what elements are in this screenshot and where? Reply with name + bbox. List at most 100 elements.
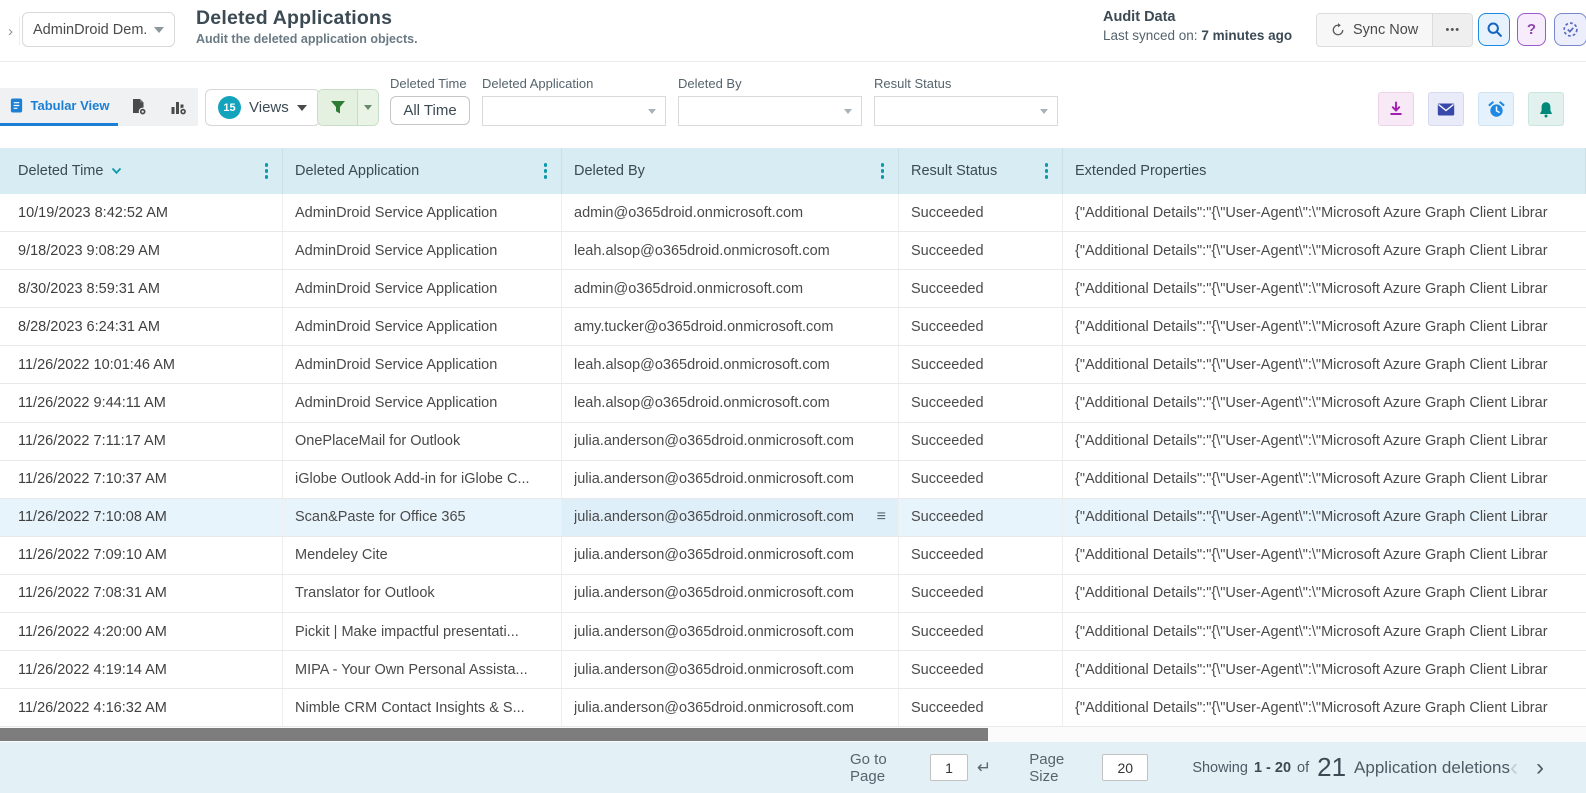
table-row[interactable]: 11/26/2022 10:01:46 AM AdminDroid Service… bbox=[0, 346, 1586, 385]
table-row[interactable]: 11/26/2022 7:08:31 AM Translator for Outl… bbox=[0, 574, 1586, 614]
cell-extended-properties: {"Additional Details":"{\"User-Agent\":\… bbox=[1075, 356, 1548, 373]
tab-chart-view[interactable] bbox=[158, 88, 198, 126]
sync-now-button[interactable]: Sync Now bbox=[1317, 14, 1433, 46]
horizontal-scrollbar-thumb[interactable] bbox=[0, 728, 988, 741]
notification-bell-button[interactable] bbox=[1528, 92, 1564, 126]
column-header-deleted-application[interactable]: Deleted Application bbox=[283, 148, 562, 194]
bell-icon bbox=[1540, 101, 1552, 117]
cell-deleted-time: 11/26/2022 4:19:14 AM bbox=[0, 651, 283, 689]
document-gear-icon bbox=[132, 99, 147, 116]
cell-extended-properties: {"Additional Details":"{\"User-Agent\":\… bbox=[1075, 204, 1548, 221]
cell-extended-properties: {"Additional Details":"{\"User-Agent\":\… bbox=[1075, 699, 1548, 716]
views-dropdown-button[interactable]: 15 Views bbox=[205, 89, 320, 126]
deleted-by-filter-select[interactable] bbox=[678, 96, 862, 126]
column-menu-icon[interactable] bbox=[1041, 159, 1053, 183]
cell-result-status: Succeeded bbox=[899, 498, 1063, 536]
column-menu-icon[interactable] bbox=[540, 159, 552, 183]
table-row[interactable]: 11/26/2022 4:16:32 AM Nimble CRM Contact … bbox=[0, 689, 1586, 728]
table-row[interactable]: 11/26/2022 7:10:37 AM iGlobe Outlook Add-… bbox=[0, 460, 1586, 499]
deleted-application-filter-label: Deleted Application bbox=[482, 76, 594, 91]
email-report-button[interactable] bbox=[1428, 92, 1464, 126]
previous-page-button[interactable]: ‹ bbox=[1510, 755, 1518, 780]
cell-result-status: Succeeded bbox=[899, 536, 1063, 574]
table-row[interactable]: 10/19/2023 8:42:52 AM AdminDroid Service … bbox=[0, 194, 1586, 233]
search-button[interactable] bbox=[1478, 13, 1510, 46]
expand-nav-chevron-icon[interactable]: › bbox=[2, 17, 20, 45]
row-context-menu-icon[interactable]: ≡ bbox=[877, 508, 886, 526]
showing-suffix: Application deletions bbox=[1354, 757, 1510, 777]
table-row[interactable]: 11/26/2022 4:19:14 AM MIPA - Your Own Per… bbox=[0, 651, 1586, 690]
table-row[interactable]: 8/28/2023 6:24:31 AM AdminDroid Service A… bbox=[0, 308, 1586, 347]
cell-deleted-application: Nimble CRM Contact Insights & S... bbox=[283, 689, 562, 727]
cell-deleted-by: julia.anderson@o365droid.onmicrosoft.com bbox=[562, 651, 899, 689]
top-bar: › AdminDroid Dem... Deleted Applications… bbox=[0, 0, 1586, 62]
filter-button[interactable] bbox=[318, 90, 357, 125]
deleted-time-filter-input[interactable]: All Time bbox=[390, 96, 470, 125]
column-header-label: Deleted By bbox=[574, 163, 645, 179]
table-row[interactable]: 8/30/2023 8:59:31 AM AdminDroid Service A… bbox=[0, 270, 1586, 309]
cell-deleted-application: AdminDroid Service Application bbox=[283, 308, 562, 346]
cell-result-status: Succeeded bbox=[899, 613, 1063, 651]
column-header-deleted-time[interactable]: Deleted Time bbox=[0, 148, 283, 194]
go-to-page-enter-icon[interactable]: ↵ bbox=[977, 758, 991, 778]
deleted-application-filter-select[interactable] bbox=[482, 96, 666, 126]
next-page-button[interactable]: › bbox=[1536, 755, 1544, 780]
of-label: of bbox=[1297, 759, 1310, 776]
last-synced-value: 7 minutes ago bbox=[1201, 28, 1293, 43]
page-size-input[interactable] bbox=[1102, 754, 1149, 781]
tab-report-export[interactable] bbox=[118, 88, 158, 126]
chevron-down-icon bbox=[1040, 108, 1048, 114]
result-status-filter-select[interactable] bbox=[874, 96, 1058, 126]
table-row[interactable]: 11/26/2022 7:11:17 AM OnePlaceMail for Ou… bbox=[0, 422, 1586, 461]
cell-deleted-by: leah.alsop@o365droid.onmicrosoft.com bbox=[562, 346, 899, 384]
scheduler-button[interactable] bbox=[1554, 13, 1586, 46]
views-count-badge: 15 bbox=[218, 96, 241, 119]
table-row[interactable]: 11/26/2022 9:44:11 AM AdminDroid Service … bbox=[0, 384, 1586, 423]
pagination-footer: Go to Page ↵ Page Size Showing 1 - 20 of… bbox=[0, 742, 1586, 793]
table-row[interactable]: 11/26/2022 7:10:08 AM Scan&Paste for Offi… bbox=[0, 498, 1586, 537]
cell-deleted-by: julia.anderson@o365droid.onmicrosoft.com bbox=[562, 536, 899, 574]
schedule-alert-button[interactable] bbox=[1478, 92, 1514, 126]
cell-deleted-time: 11/26/2022 7:11:17 AM bbox=[0, 422, 283, 460]
cell-deleted-time: 11/26/2022 7:09:10 AM bbox=[0, 536, 283, 574]
column-header-result-status[interactable]: Result Status bbox=[899, 148, 1063, 194]
column-header-extended-properties[interactable]: Extended Properties bbox=[1063, 148, 1586, 194]
filter-options-caret[interactable] bbox=[357, 90, 378, 125]
horizontal-scrollbar-track[interactable] bbox=[0, 727, 1586, 742]
funnel-icon bbox=[330, 101, 345, 114]
cell-deleted-time: 8/30/2023 8:59:31 AM bbox=[0, 270, 283, 308]
bar-chart-gear-icon bbox=[171, 102, 187, 116]
column-menu-icon[interactable] bbox=[877, 159, 889, 183]
cell-deleted-by: julia.anderson@o365droid.onmicrosoft.com bbox=[562, 613, 899, 651]
cell-extended-properties: {"Additional Details":"{\"User-Agent\":\… bbox=[1075, 242, 1548, 259]
cell-deleted-time: 11/26/2022 10:01:46 AM bbox=[0, 346, 283, 384]
column-header-label: Extended Properties bbox=[1075, 163, 1207, 179]
column-header-label: Deleted Application bbox=[295, 163, 420, 179]
tab-tabular-view-label: Tabular View bbox=[30, 98, 110, 113]
cell-result-status: Succeeded bbox=[899, 308, 1063, 346]
table-row[interactable]: 11/26/2022 7:09:10 AM Mendeley Cite julia.… bbox=[0, 536, 1586, 575]
export-download-button[interactable] bbox=[1378, 92, 1414, 126]
tab-tabular-view[interactable]: Tabular View bbox=[0, 88, 118, 126]
table-row[interactable]: 9/18/2023 9:08:29 AM AdminDroid Service A… bbox=[0, 232, 1586, 271]
filter-split-button bbox=[317, 89, 379, 126]
showing-label: Showing bbox=[1192, 759, 1248, 776]
cell-result-status: Succeeded bbox=[899, 270, 1063, 308]
more-options-button[interactable]: ••• bbox=[1432, 14, 1473, 46]
deleted-applications-page: › AdminDroid Dem... Deleted Applications… bbox=[0, 0, 1586, 793]
column-menu-icon[interactable] bbox=[261, 159, 273, 183]
cell-deleted-by: admin@o365droid.onmicrosoft.com bbox=[562, 194, 899, 232]
table-header-row: Deleted Time Deleted Application Deleted… bbox=[0, 148, 1586, 344]
chevron-down-icon bbox=[364, 105, 372, 110]
go-to-page-input[interactable] bbox=[929, 754, 968, 781]
deleted-time-filter-label: Deleted Time bbox=[390, 76, 467, 91]
cell-extended-properties: {"Additional Details":"{\"User-Agent\":\… bbox=[1075, 585, 1548, 602]
cell-deleted-by: julia.anderson@o365droid.onmicrosoft.com bbox=[562, 460, 899, 498]
cell-extended-properties: {"Additional Details":"{\"User-Agent\":\… bbox=[1075, 661, 1548, 678]
table-row[interactable]: 11/26/2022 4:20:00 AM Pickit | Make impac… bbox=[0, 613, 1586, 652]
tenant-selector-dropdown[interactable]: AdminDroid Dem... bbox=[22, 12, 175, 47]
help-button[interactable]: ? bbox=[1517, 13, 1546, 46]
column-header-deleted-by[interactable]: Deleted By bbox=[562, 148, 899, 194]
cell-extended-properties: {"Additional Details":"{\"User-Agent\":\… bbox=[1075, 471, 1548, 488]
toolbar: Tabular View 15 Views Deleted Time All T… bbox=[0, 62, 1586, 148]
